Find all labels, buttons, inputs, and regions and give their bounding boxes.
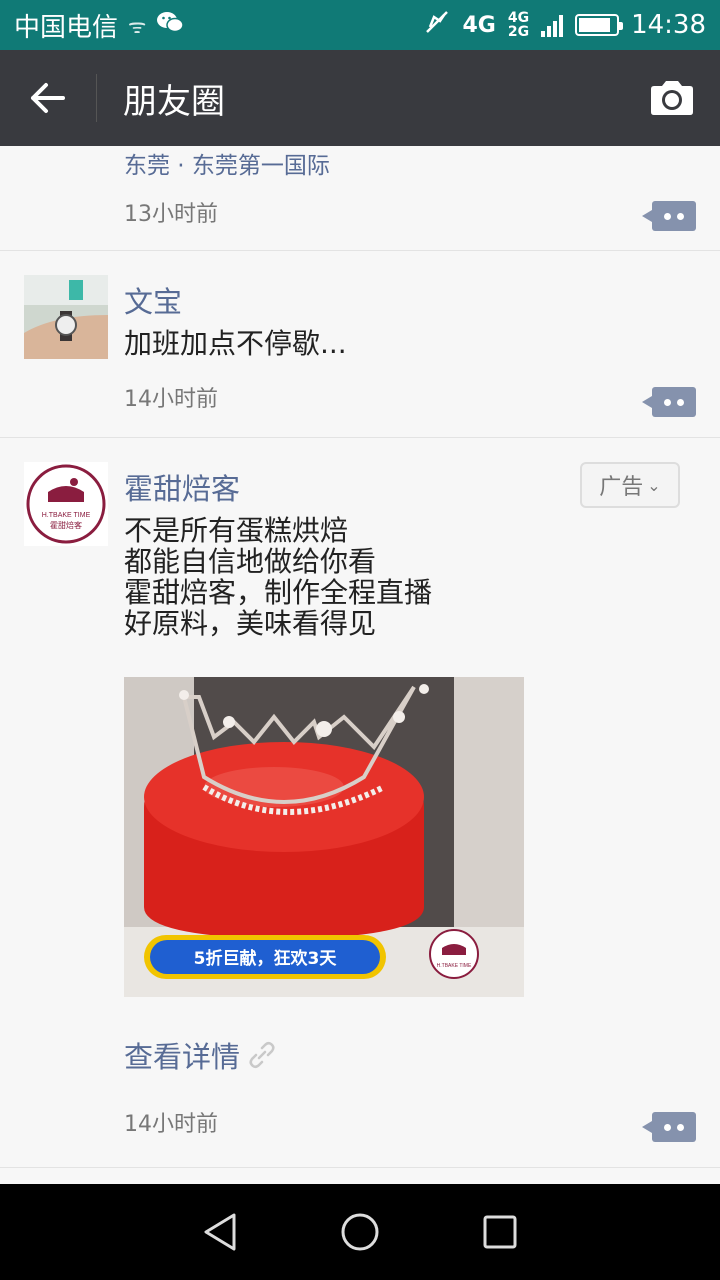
network-type-top: 4G xyxy=(507,10,530,26)
moments-feed[interactable]: 东莞 · 东莞第一国际 13小时前 文宝 加班加点不停歇... 14小时前 H.… xyxy=(0,146,720,1184)
mute-vibrate-icon xyxy=(424,9,450,42)
dot xyxy=(677,1123,684,1131)
comment-button[interactable] xyxy=(642,201,696,231)
wifi-question-icon: ᯤ xyxy=(128,13,147,38)
post-time: 14小时前 xyxy=(124,1112,218,1137)
ad-image-banner-text: 5折巨献，狂欢3天 xyxy=(194,948,338,969)
nav-recents-button[interactable] xyxy=(470,1202,530,1262)
post-text-line: 不是所有蛋糕烘焙 xyxy=(124,514,349,547)
camera-button[interactable] xyxy=(624,50,720,146)
battery-level xyxy=(579,18,610,32)
dot xyxy=(664,212,671,220)
nav-back-button[interactable] xyxy=(190,1202,250,1262)
post-text-line: 都能自信地做给你看 xyxy=(124,545,377,578)
avatar-brand-text: H.TBAKE TIME xyxy=(42,512,91,519)
back-button[interactable] xyxy=(0,50,96,146)
dot xyxy=(664,398,671,406)
detail-link-label: 查看详情 xyxy=(124,1040,241,1074)
system-navigation-bar xyxy=(0,1184,720,1280)
feed-post-ad: H.TBAKE TIME 霍甜焙客 霍甜焙客 广告 ⌄ 不是所有蛋糕烘焙 都能自… xyxy=(0,438,720,1168)
dot xyxy=(677,398,684,406)
wechat-notification-icon xyxy=(156,10,185,41)
avatar[interactable]: H.TBAKE TIME 霍甜焙客 xyxy=(24,462,108,546)
nav-home-button[interactable] xyxy=(330,1202,390,1262)
circle-home-icon xyxy=(341,1213,379,1251)
post-time: 14小时前 xyxy=(124,387,218,412)
signal-strength-icon xyxy=(541,13,564,37)
status-bar: 中国电信 ᯤ 4G 4G 2G 14:38 xyxy=(0,0,720,50)
square-recents-icon xyxy=(483,1215,517,1249)
carrier-label: 中国电信 xyxy=(14,12,119,43)
clock: 14:38 xyxy=(631,10,706,40)
feed-post: 文宝 加班加点不停歇... 14小时前 xyxy=(0,251,720,438)
network-4g-label: 4G xyxy=(462,12,496,38)
camera-icon xyxy=(651,81,693,115)
dot xyxy=(677,212,684,220)
post-text: 加班加点不停歇... xyxy=(124,327,347,360)
post-location[interactable]: 东莞 · 东莞第一国际 xyxy=(124,146,330,180)
view-details-link[interactable]: 查看详情 xyxy=(124,1034,278,1076)
post-time: 13小时前 xyxy=(124,202,218,227)
poster-name[interactable]: 文宝 xyxy=(124,279,182,321)
link-icon xyxy=(249,1041,275,1069)
triangle-back-icon xyxy=(204,1213,236,1251)
feed-post: 东莞 · 东莞第一国际 13小时前 xyxy=(0,146,720,251)
avatar[interactable] xyxy=(24,275,108,359)
network-type-bottom: 2G xyxy=(507,24,530,40)
network-type-stack: 4G 2G xyxy=(508,11,529,39)
dot xyxy=(664,1123,671,1131)
post-text-line: 好原料，美味看得见 xyxy=(124,607,377,640)
page-title: 朋友圈 xyxy=(123,81,225,122)
ad-image[interactable]: 5折巨献，狂欢3天 H.TBAKE TIME xyxy=(124,677,524,997)
ad-badge-button[interactable]: 广告 ⌄ xyxy=(580,462,680,508)
battery-icon xyxy=(575,14,624,36)
ad-image-logo-text: H.TBAKE TIME xyxy=(437,963,472,969)
title-bar: 朋友圈 xyxy=(0,50,720,146)
poster-name[interactable]: 霍甜焙客 xyxy=(124,466,240,508)
title-divider xyxy=(96,74,97,122)
avatar-brand-subtext: 霍甜焙客 xyxy=(50,520,82,530)
comment-button[interactable] xyxy=(642,1112,696,1142)
post-text-line: 霍甜焙客，制作全程直播 xyxy=(124,576,433,609)
comment-button[interactable] xyxy=(642,387,696,417)
ad-label: 广告 xyxy=(599,475,644,500)
chevron-down-icon: ⌄ xyxy=(647,475,661,495)
arrow-left-icon xyxy=(31,83,65,113)
